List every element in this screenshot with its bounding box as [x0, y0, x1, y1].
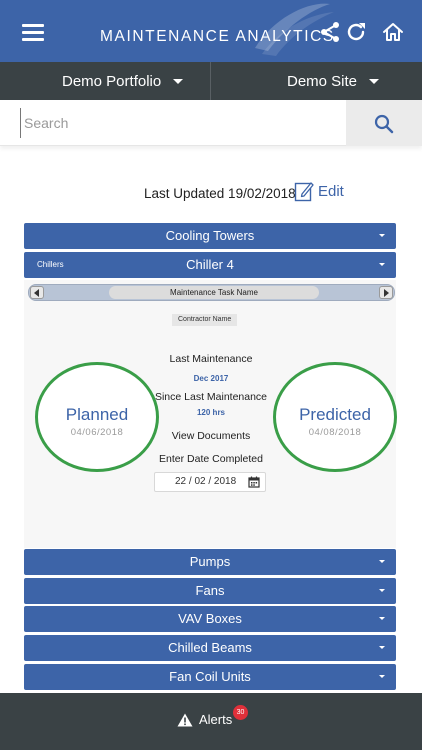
- accordion-label: Fan Coil Units: [169, 669, 251, 684]
- date-completed-field[interactable]: 22 / 02 / 2018: [154, 472, 266, 492]
- chevron-down-icon: [173, 78, 184, 84]
- search-input[interactable]: [20, 108, 340, 138]
- accordion-chiller-4[interactable]: Chillers Chiller 4: [24, 252, 396, 278]
- site-dropdown[interactable]: Demo Site: [287, 62, 380, 100]
- selector-divider: [210, 62, 211, 100]
- contractor-name-tag: Contractor Name: [172, 314, 238, 326]
- chevron-down-icon: [379, 560, 385, 563]
- chevron-down-icon: [379, 234, 385, 237]
- accordion-label: VAV Boxes: [178, 611, 242, 626]
- calendar-icon[interactable]: [248, 476, 260, 488]
- view-documents-link[interactable]: View Documents: [140, 430, 282, 442]
- maintenance-task-name[interactable]: Maintenance Task Name: [109, 286, 319, 299]
- last-maintenance-value: Dec 2017: [193, 374, 229, 383]
- portfolio-dropdown[interactable]: Demo Portfolio: [62, 62, 184, 100]
- chevron-down-icon: [379, 263, 385, 266]
- accordion-label: Fans: [195, 583, 225, 598]
- edit-label: Edit: [318, 182, 344, 200]
- alerts-button[interactable]: Alerts: [177, 712, 232, 727]
- predicted-label: Predicted: [299, 405, 371, 424]
- last-maintenance-label: Last Maintenance: [169, 353, 253, 365]
- accordion-pumps[interactable]: Pumps: [24, 549, 396, 575]
- edit-icon: [294, 182, 314, 202]
- predicted-circle[interactable]: Predicted 04/08/2018: [273, 362, 397, 472]
- scroll-left-button[interactable]: [30, 286, 44, 299]
- portfolio-dropdown-label: Demo Portfolio: [62, 72, 162, 90]
- accordion-chilled-beams[interactable]: Chilled Beams: [24, 635, 396, 661]
- accordion-fan-coil-units[interactable]: Fan Coil Units: [24, 664, 396, 690]
- search-bar: [0, 100, 422, 146]
- accordion-label: Cooling Towers: [165, 228, 255, 243]
- app-title: MAINTENANCE ANALYTICS: [100, 28, 335, 45]
- planned-date: 04/06/2018: [70, 427, 124, 438]
- bottom-alerts-bar: Alerts 30: [0, 693, 422, 750]
- warning-icon: [177, 713, 193, 726]
- accordion-fans[interactable]: Fans: [24, 578, 396, 604]
- last-updated-text: Last Updated 19/02/2018: [144, 186, 296, 201]
- accordion-label: Chiller 4: [186, 257, 234, 272]
- since-last-maintenance-value: 120 hrs: [196, 408, 226, 417]
- refresh-icon[interactable]: [344, 20, 368, 44]
- portfolio-site-selector-bar: Demo Portfolio Demo Site: [0, 62, 422, 100]
- chevron-down-icon: [379, 589, 385, 592]
- accordion-label: Pumps: [189, 554, 231, 569]
- app-header: MAINTENANCE ANALYTICS: [0, 0, 422, 62]
- predicted-date: 04/08/2018: [308, 427, 362, 438]
- since-last-maintenance-label: Since Last Maintenance: [154, 391, 268, 403]
- triangle-left-icon: [34, 289, 39, 297]
- home-icon[interactable]: [381, 20, 405, 44]
- edit-button[interactable]: Edit: [294, 180, 344, 202]
- hamburger-menu-icon[interactable]: [22, 24, 44, 41]
- accordion-cooling-towers[interactable]: Cooling Towers: [24, 223, 396, 249]
- chevron-down-icon: [369, 78, 380, 84]
- alerts-label: Alerts: [199, 712, 233, 727]
- chevron-down-icon: [379, 646, 385, 649]
- alerts-count-badge: 30: [233, 705, 248, 720]
- search-button[interactable]: [346, 100, 422, 146]
- enter-date-completed-label: Enter Date Completed: [159, 453, 263, 465]
- site-dropdown-label: Demo Site: [287, 72, 358, 90]
- chevron-down-icon: [379, 617, 385, 620]
- scroll-right-button[interactable]: [379, 286, 393, 299]
- planned-label: Planned: [65, 405, 129, 424]
- task-scroller[interactable]: Maintenance Task Name: [28, 284, 395, 301]
- triangle-right-icon: [384, 289, 389, 297]
- search-icon: [374, 114, 394, 134]
- accordion-vav-boxes[interactable]: VAV Boxes: [24, 606, 396, 632]
- chevron-down-icon: [379, 675, 385, 678]
- accordion-label: Chilled Beams: [168, 640, 252, 655]
- date-completed-value: 22 / 02 / 2018: [175, 476, 237, 487]
- share-icon[interactable]: [318, 20, 342, 44]
